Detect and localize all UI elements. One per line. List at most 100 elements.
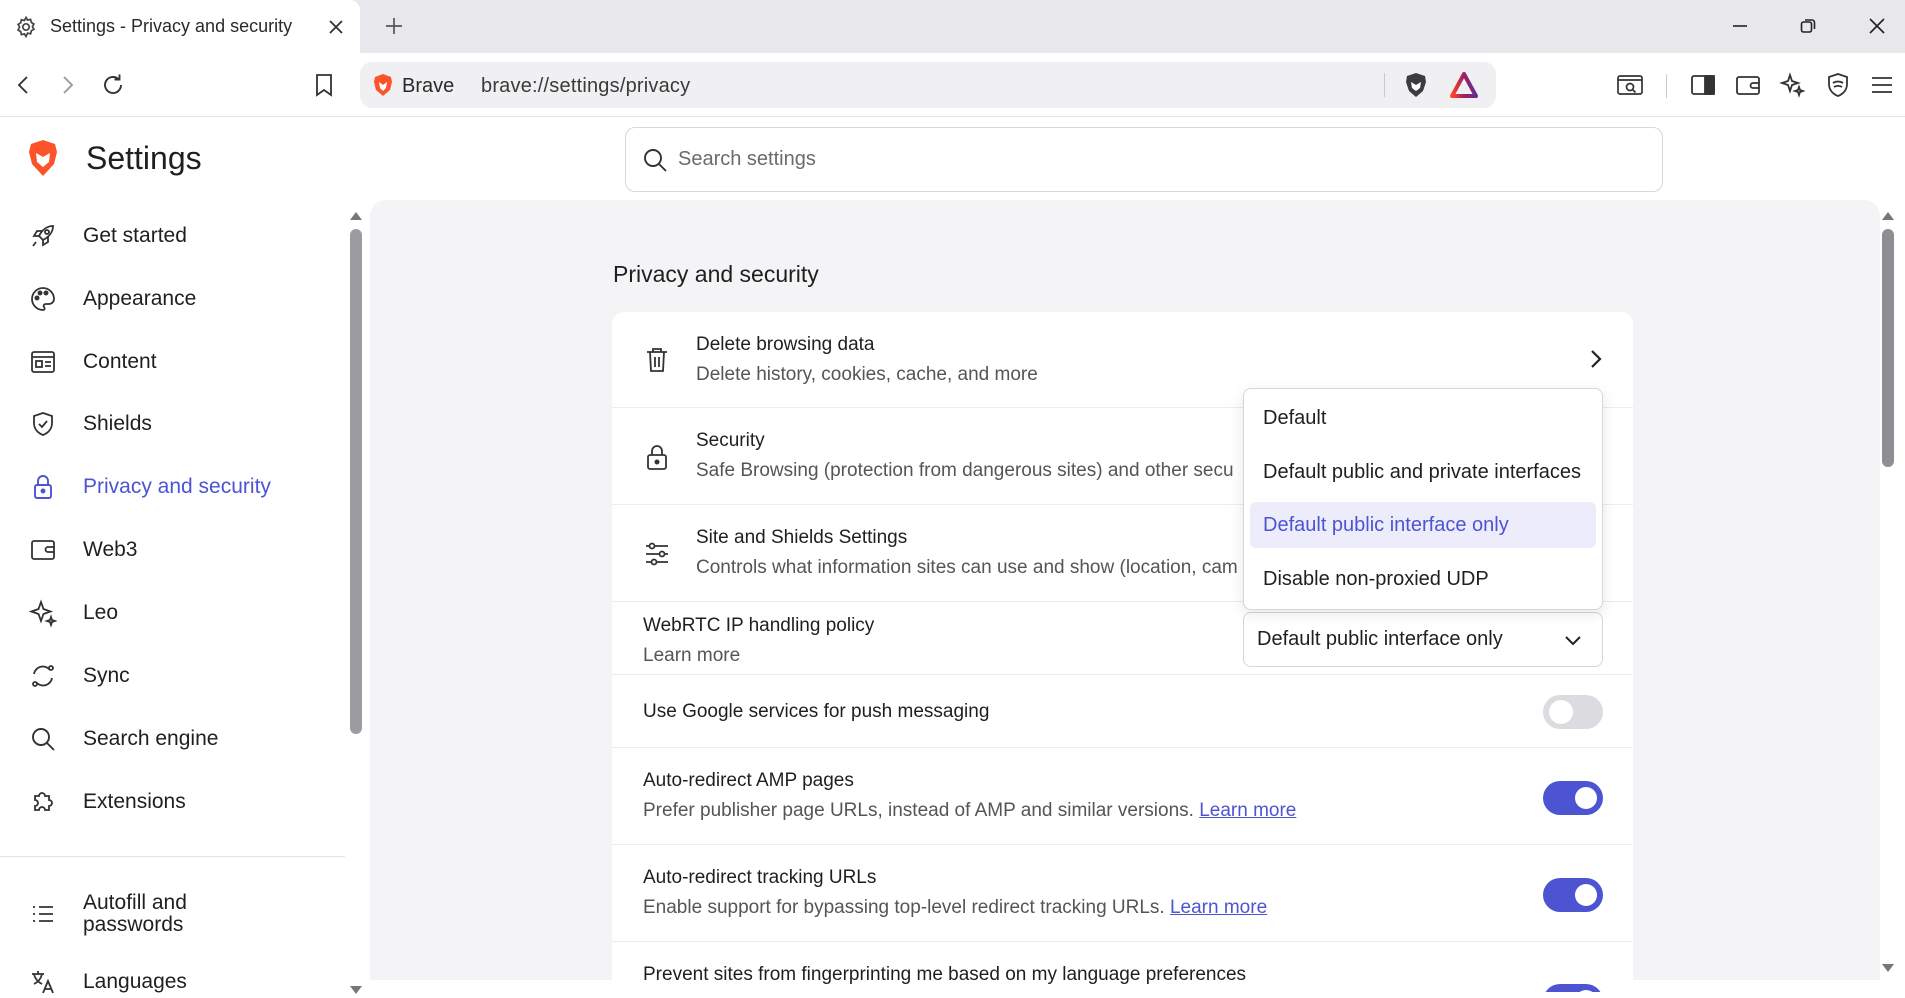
scroll-up-arrow-icon[interactable] — [347, 209, 365, 223]
sidebar-item-web3[interactable]: Web3 — [28, 530, 328, 570]
sliders-icon — [642, 539, 672, 569]
new-tab-plus-icon[interactable] — [376, 8, 412, 44]
tracking-learn-more-link[interactable]: Learn more — [1170, 897, 1267, 918]
tab-title: Settings - Privacy and security — [50, 16, 293, 36]
leo-sparkle-icon[interactable] — [1772, 65, 1812, 105]
dropdown-option-public-and-private[interactable]: Default public and private interfaces — [1250, 449, 1596, 495]
tab-search-icon[interactable] — [1610, 65, 1650, 105]
sidebar-item-sync[interactable]: Sync — [28, 656, 328, 696]
settings-search-box[interactable] — [625, 127, 1663, 192]
brave-logo-icon — [26, 139, 60, 177]
sidebar-item-label: Autofill and passwords — [83, 891, 187, 936]
row-subtitle: Safe Browsing (protection from dangerous… — [696, 460, 1234, 481]
amp-learn-more-link[interactable]: Learn more — [1199, 800, 1296, 821]
url-text[interactable]: brave://settings/privacy — [481, 75, 690, 98]
brave-shields-icon[interactable] — [1402, 71, 1430, 99]
toolbar: Brave brave://settings/privacy — [0, 53, 1905, 117]
sidebar-toggle-icon[interactable] — [1683, 65, 1723, 105]
sidebar-item-autofill-and-passwords[interactable]: Autofill and passwords — [28, 891, 328, 937]
webrtc-selected-value: Default public interface only — [1257, 628, 1503, 650]
shield-icon — [28, 409, 58, 439]
settings-title: Settings — [86, 139, 202, 176]
omnibox-divider — [1384, 73, 1385, 97]
forward-arrow-icon[interactable] — [47, 65, 87, 105]
translate-icon — [28, 967, 58, 997]
tab-strip: Settings - Privacy and security — [0, 0, 1905, 53]
toggle-knob — [1575, 990, 1597, 992]
active-tab[interactable]: Settings - Privacy and security — [0, 0, 360, 53]
row-title: WebRTC IP handling policy — [643, 615, 875, 636]
row-subtitle-text: Enable support for bypassing top-level r… — [643, 897, 1165, 918]
fingerprint-toggle[interactable] — [1543, 984, 1603, 992]
sidebar-item-shields[interactable]: Shields — [28, 404, 328, 444]
address-bar[interactable]: Brave brave://settings/privacy — [360, 62, 1496, 108]
tracking-redirect-toggle[interactable] — [1543, 878, 1603, 912]
list-icon — [28, 899, 58, 929]
row-subtitle: Delete history, cookies, cache, and more — [696, 364, 1038, 385]
page-title: Privacy and security — [613, 261, 819, 287]
sidebar-item-content[interactable]: Content — [28, 342, 328, 382]
close-window-icon[interactable] — [1852, 6, 1902, 46]
trash-icon — [642, 345, 672, 375]
amp-redirect-toggle[interactable] — [1543, 781, 1603, 815]
scroll-down-arrow-icon[interactable] — [1879, 961, 1897, 975]
sidebar-item-label: Extensions — [83, 790, 186, 813]
sidebar-item-label: Search engine — [83, 727, 219, 750]
row-auto-redirect-amp: Auto-redirect AMP pages Prefer publisher… — [612, 748, 1633, 845]
push-messaging-toggle[interactable] — [1543, 695, 1603, 729]
brave-rewards-icon[interactable] — [1450, 72, 1478, 98]
settings-sidebar: Settings Get started Appearance Content — [0, 117, 345, 998]
sidebar-item-label: Leo — [83, 601, 119, 624]
back-arrow-icon[interactable] — [4, 65, 44, 105]
search-icon — [28, 724, 58, 754]
sidebar-item-label: Content — [83, 350, 157, 373]
minimize-icon[interactable] — [1715, 6, 1765, 46]
webrtc-policy-select[interactable]: Default public interface only — [1243, 612, 1603, 667]
row-subtitle-text: Prefer publisher page URLs, instead of A… — [643, 800, 1194, 821]
wallet-icon — [28, 535, 58, 565]
sparkle-icon — [28, 598, 58, 628]
row-title: Security — [696, 430, 765, 451]
sidebar-item-label: Languages — [83, 970, 187, 993]
dropdown-option-public-only[interactable]: Default public interface only — [1250, 502, 1596, 548]
brave-lion-icon — [372, 73, 394, 97]
sidebar-scroll-thumb[interactable] — [350, 229, 362, 734]
scroll-up-arrow-icon[interactable] — [1879, 209, 1897, 223]
sidebar-scrollbar[interactable] — [347, 207, 365, 997]
webrtc-learn-more-link[interactable]: Learn more — [643, 645, 740, 667]
vpn-shield-icon[interactable] — [1818, 65, 1858, 105]
sidebar-item-label: Shields — [83, 412, 152, 435]
lock-icon — [642, 442, 672, 472]
palette-icon — [28, 284, 58, 314]
gear-icon — [14, 15, 38, 39]
main-scroll-thumb[interactable] — [1882, 229, 1894, 467]
restore-icon[interactable] — [1783, 6, 1833, 46]
sidebar-item-appearance[interactable]: Appearance — [28, 279, 328, 319]
sidebar-item-privacy-and-security[interactable]: Privacy and security — [28, 467, 328, 507]
menu-hamburger-icon[interactable] — [1862, 65, 1902, 105]
settings-brand: Settings — [26, 139, 202, 177]
tab-close-icon[interactable] — [318, 9, 354, 45]
dropdown-option-default[interactable]: Default — [1250, 395, 1596, 441]
sidebar-item-label: Get started — [83, 224, 187, 247]
sidebar-item-search-engine[interactable]: Search engine — [28, 719, 328, 759]
puzzle-icon — [28, 787, 58, 817]
main-scrollbar[interactable] — [1879, 207, 1897, 977]
scroll-down-arrow-icon[interactable] — [347, 983, 365, 997]
chevron-down-icon — [1562, 629, 1584, 651]
sidebar-item-leo[interactable]: Leo — [28, 593, 328, 633]
bookmark-icon[interactable] — [304, 65, 344, 105]
dropdown-option-disable-udp[interactable]: Disable non-proxied UDP — [1250, 556, 1596, 602]
reload-icon[interactable] — [93, 65, 133, 105]
sidebar-item-get-started[interactable]: Get started — [28, 216, 328, 256]
row-title: Auto-redirect tracking URLs — [643, 867, 877, 888]
sidebar-item-languages[interactable]: Languages — [28, 962, 328, 998]
search-input[interactable] — [678, 148, 1578, 171]
row-auto-redirect-tracking-urls: Auto-redirect tracking URLs Enable suppo… — [612, 845, 1633, 942]
row-title: Prevent sites from fingerprinting me bas… — [643, 964, 1247, 985]
row-title: Auto-redirect AMP pages — [643, 770, 854, 791]
lock-icon — [28, 472, 58, 502]
wallet-icon[interactable] — [1728, 65, 1768, 105]
sidebar-item-extensions[interactable]: Extensions — [28, 782, 328, 822]
row-title: Site and Shields Settings — [696, 527, 908, 548]
